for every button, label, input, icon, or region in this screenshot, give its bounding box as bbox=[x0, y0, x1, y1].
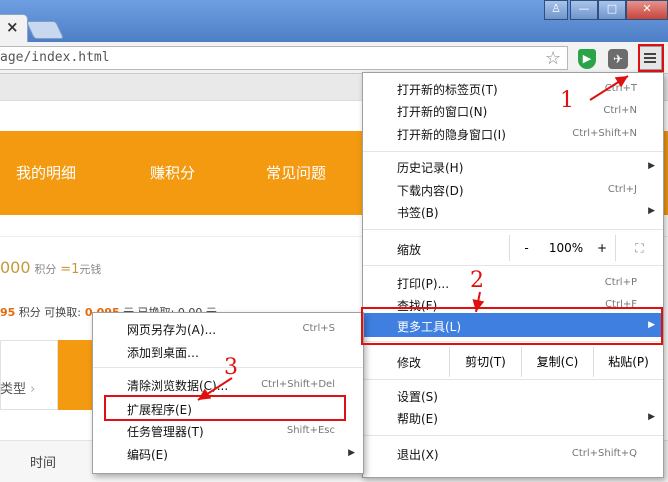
arrow-to-menu-icon bbox=[589, 75, 629, 101]
annotation-arrows bbox=[197, 75, 629, 401]
arrow-to-extensions-icon bbox=[197, 377, 233, 401]
arrow-to-more-tools-icon bbox=[472, 291, 485, 313]
